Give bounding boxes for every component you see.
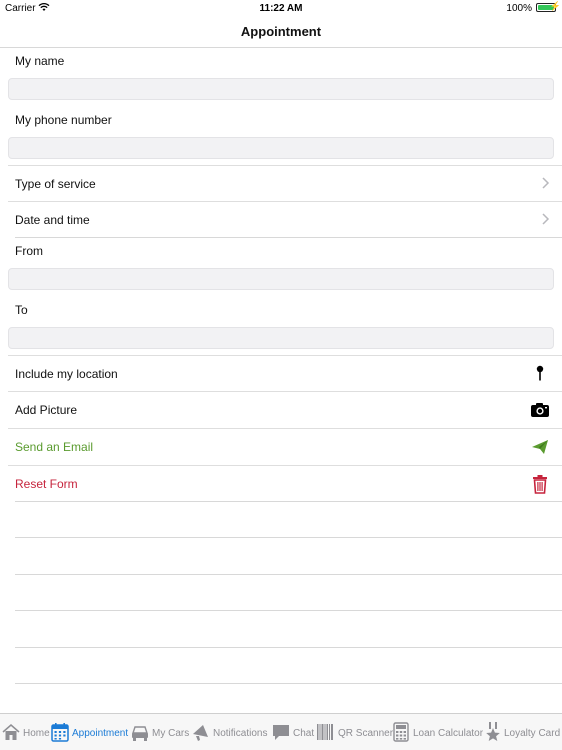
barcode-icon (317, 724, 333, 740)
service-type-label: Type of service (15, 177, 96, 191)
add-picture-label: Add Picture (15, 403, 78, 417)
clock: 11:22 AM (259, 3, 303, 14)
location-pin-icon (536, 365, 544, 381)
include-location-label: Include my location (15, 367, 118, 381)
calculator-icon (393, 722, 409, 742)
navigation-bar: Appointment (0, 16, 562, 48)
phone-label: My phone number (15, 113, 112, 127)
empty-row-divider (15, 610, 562, 611)
tab-label: QR Scanner (338, 728, 394, 739)
add-picture-row[interactable]: Add Picture (8, 391, 562, 427)
tab-label: Appointment (72, 728, 129, 739)
empty-row-divider (15, 683, 562, 684)
chat-icon (273, 725, 289, 740)
empty-row-divider (15, 647, 562, 648)
date-time-row[interactable]: Date and time (8, 201, 562, 237)
reset-form-label: Reset Form (15, 477, 78, 491)
service-type-row[interactable]: Type of service (8, 165, 562, 201)
divider (15, 501, 562, 502)
tab-label: My Cars (152, 728, 190, 739)
calendar-icon (51, 723, 69, 742)
send-email-row[interactable]: Send an Email (8, 428, 562, 464)
empty-row-divider (15, 574, 562, 575)
divider (15, 237, 562, 238)
include-location-row[interactable]: Include my location (8, 355, 562, 391)
page-title: Appointment (240, 24, 322, 39)
camera-icon (531, 403, 549, 417)
from-label: From (15, 244, 43, 258)
car-icon (132, 726, 148, 741)
chevron-right-icon (542, 213, 550, 225)
name-label: My name (15, 54, 65, 68)
trash-icon (533, 475, 547, 494)
status-bar: Carrier 11:22 AM 100% ⚡ (0, 0, 562, 16)
date-time-label: Date and time (15, 213, 90, 227)
battery-percentage: 100% (506, 3, 532, 14)
star-medal-icon (486, 722, 500, 741)
send-email-label: Send an Email (15, 440, 94, 454)
reset-form-row[interactable]: Reset Form (8, 465, 562, 501)
tab-label: Home (23, 728, 50, 739)
paper-plane-icon (532, 440, 548, 454)
tab-label: Loyalty Card (504, 728, 561, 739)
tab-bar: Home Appointment My Cars Notifications C… (0, 713, 562, 750)
home-icon (2, 724, 20, 740)
megaphone-icon (193, 725, 208, 741)
to-field[interactable] (8, 327, 554, 349)
phone-field[interactable] (8, 137, 554, 159)
chevron-right-icon (542, 177, 550, 189)
to-label: To (15, 303, 28, 317)
charging-icon: ⚡ (549, 1, 561, 11)
empty-row-divider (15, 537, 562, 538)
tab-label: Notifications (213, 728, 268, 739)
name-field[interactable] (8, 78, 554, 100)
tab-label: Chat (293, 728, 315, 739)
from-field[interactable] (8, 268, 554, 290)
tab-label: Loan Calculator (413, 728, 484, 739)
